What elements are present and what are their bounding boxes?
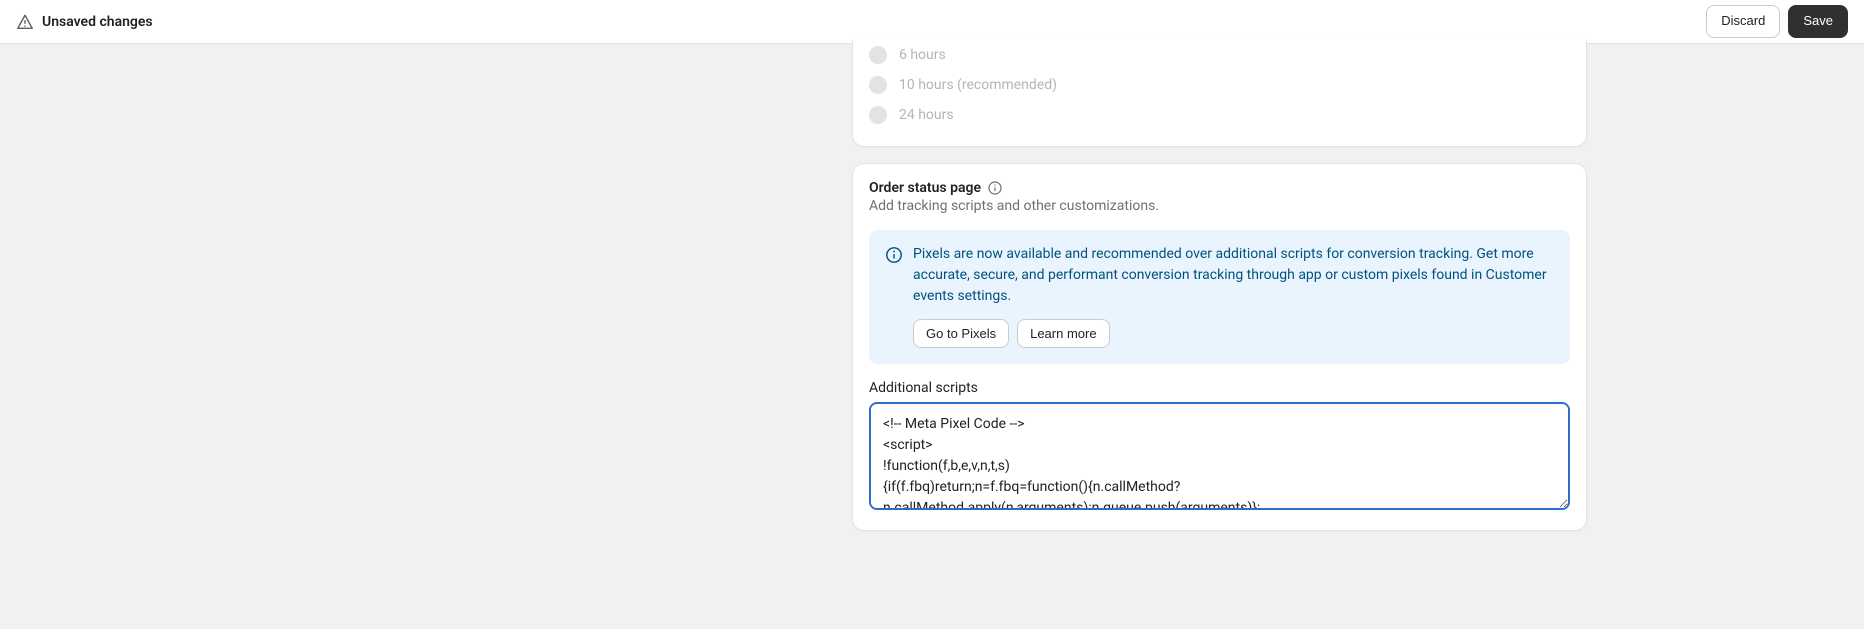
page-content: 6 hours 10 hours (recommended) 24 hours … <box>0 44 1864 591</box>
unsaved-changes-title: Unsaved changes <box>42 14 153 30</box>
abandoned-duration-card: 6 hours 10 hours (recommended) 24 hours <box>852 40 1587 147</box>
radio-option-6h[interactable]: 6 hours <box>869 40 1570 70</box>
save-button[interactable]: Save <box>1788 5 1848 37</box>
learn-more-button[interactable]: Learn more <box>1017 319 1109 348</box>
radio-icon <box>869 46 887 64</box>
banner-text: Pixels are now available and recommended… <box>913 244 1554 307</box>
radio-label: 10 hours (recommended) <box>899 77 1057 93</box>
go-to-pixels-button[interactable]: Go to Pixels <box>913 319 1009 348</box>
banner-body: Pixels are now available and recommended… <box>913 244 1554 348</box>
card-subtitle: Add tracking scripts and other customiza… <box>869 198 1570 214</box>
card-title: Order status page <box>869 180 981 196</box>
pixels-info-banner: Pixels are now available and recommended… <box>869 230 1570 364</box>
additional-scripts-label: Additional scripts <box>869 380 1570 396</box>
banner-actions: Go to Pixels Learn more <box>913 319 1554 348</box>
radio-label: 6 hours <box>899 47 946 63</box>
additional-scripts-textarea[interactable] <box>869 402 1570 510</box>
warning-icon <box>16 13 34 31</box>
discard-button[interactable]: Discard <box>1706 5 1780 37</box>
order-status-page-card: Order status page Add tracking scripts a… <box>852 163 1587 531</box>
top-bar-actions: Discard Save <box>1706 5 1848 37</box>
radio-option-10h[interactable]: 10 hours (recommended) <box>869 70 1570 100</box>
radio-option-24h[interactable]: 24 hours <box>869 100 1570 130</box>
card-header: Order status page <box>869 180 1570 196</box>
radio-icon <box>869 106 887 124</box>
unsaved-changes-bar: Unsaved changes Discard Save <box>0 0 1864 44</box>
info-icon <box>885 244 903 348</box>
radio-icon <box>869 76 887 94</box>
radio-label: 24 hours <box>899 107 954 123</box>
info-icon[interactable] <box>987 180 1003 196</box>
top-bar-left: Unsaved changes <box>16 13 153 31</box>
